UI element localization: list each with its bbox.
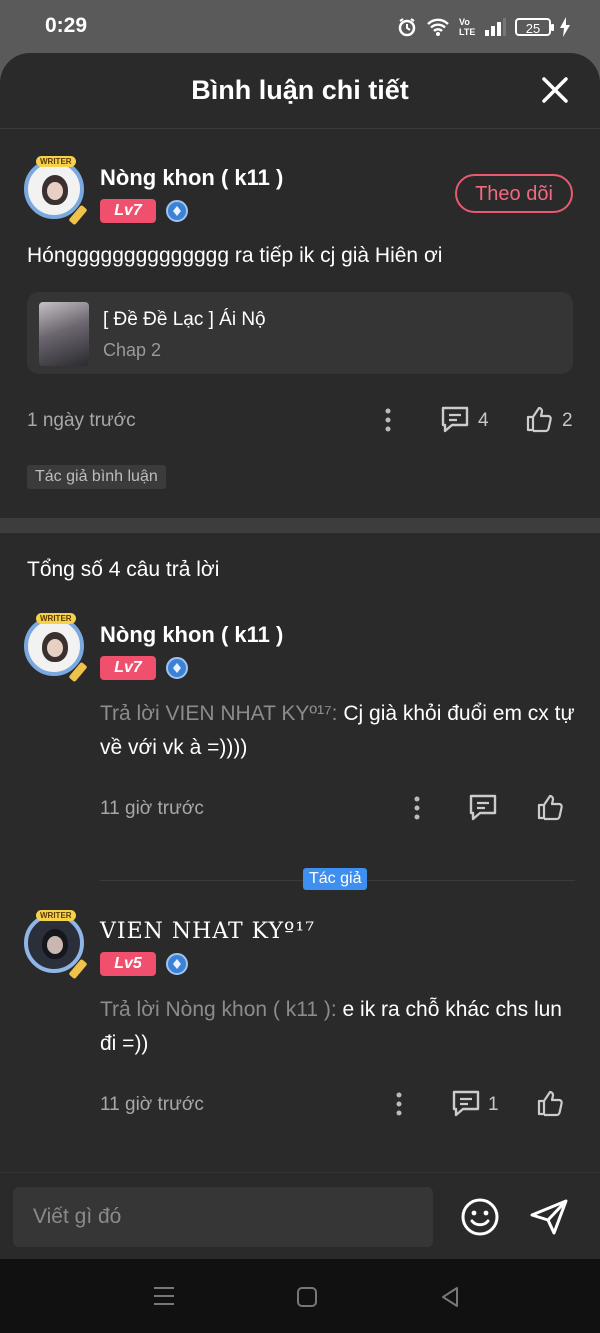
chapter-subtitle: Chap 2 <box>103 340 162 360</box>
reply-avatar[interactable] <box>24 913 84 973</box>
more-icon[interactable] <box>384 408 392 432</box>
level-badge: Lv7 <box>100 656 156 680</box>
more-icon[interactable] <box>395 1092 403 1116</box>
charging-icon <box>560 17 570 37</box>
signal-icon <box>485 18 506 36</box>
system-nav-bar <box>0 1259 600 1333</box>
comment-icon[interactable] <box>468 793 498 821</box>
reply-username[interactable]: Nòng khon ( k11 ) <box>100 622 283 648</box>
like-count: 2 <box>562 410 573 431</box>
reply-time: 11 giờ trước <box>100 798 204 819</box>
comment-icon[interactable] <box>451 1089 481 1117</box>
page-title: Bình luận chi tiết <box>191 75 409 105</box>
vip-gem-icon <box>166 200 188 222</box>
writer-tag: WRITER <box>36 910 76 921</box>
sheet-header: Bình luận chi tiết <box>0 53 600 129</box>
home-icon[interactable] <box>296 1286 318 1308</box>
battery-indicator: 25 <box>515 18 554 36</box>
author-comment-tag: Tác giả bình luận <box>27 465 166 489</box>
like-icon[interactable] <box>525 405 553 433</box>
more-icon[interactable] <box>413 796 421 820</box>
alarm-icon <box>398 18 416 37</box>
author-badge: Tác giả <box>303 868 368 890</box>
like-icon[interactable] <box>536 1089 564 1117</box>
writer-tag: WRITER <box>36 156 76 167</box>
comment-text: Hóngggggggggggggg ra tiếp ik cj già Hiên… <box>27 244 443 267</box>
comment-time: 1 ngày trước <box>27 410 136 431</box>
back-icon[interactable] <box>440 1286 460 1308</box>
send-icon[interactable] <box>529 1198 569 1236</box>
vip-gem-icon <box>166 953 188 975</box>
comment-count: 4 <box>478 410 489 431</box>
comment-input-bar: Viết gì đó <box>0 1172 600 1259</box>
reply-text: Trả lời Nòng khon ( k11 ): e ik ra chỗ k… <box>100 993 580 1061</box>
vip-gem-icon <box>166 657 188 679</box>
comment-username[interactable]: Nòng khon ( k11 ) <box>100 165 283 191</box>
comment-detail-sheet: Bình luận chi tiết WRITER Nòng khon ( k1… <box>0 53 600 1259</box>
emoji-icon[interactable] <box>460 1197 500 1237</box>
status-time: 0:29 <box>45 14 88 37</box>
writer-tag: WRITER <box>36 613 76 624</box>
reply-avatar[interactable] <box>24 616 84 676</box>
comment-input[interactable]: Viết gì đó <box>13 1187 433 1247</box>
close-icon[interactable] <box>542 77 568 103</box>
chapter-thumbnail <box>39 302 89 366</box>
menu-icon[interactable] <box>152 1286 176 1306</box>
like-icon[interactable] <box>536 793 564 821</box>
volte-label: Vo LTE <box>459 17 476 37</box>
reply-mention[interactable]: Trả lời VIEN NHAT KYº¹⁷: <box>100 702 338 725</box>
chapter-reference-card[interactable]: [ Đề Đề Lạc ] Ái Nộ Chap 2 <box>27 292 573 374</box>
follow-button[interactable]: Theo dõi <box>455 174 573 213</box>
status-bar: 0:29 Vo LTE 25 <box>0 0 600 52</box>
status-icons: Vo LTE 25 <box>397 14 570 40</box>
level-badge: Lv7 <box>100 199 156 223</box>
reply-mention[interactable]: Trả lời Nòng khon ( k11 ): <box>100 998 337 1021</box>
comment-count: 1 <box>488 1094 499 1115</box>
chapter-title: [ Đề Đề Lạc ] Ái Nộ <box>103 309 266 330</box>
reply-username[interactable]: VIEN NHAT KYº¹⁷ <box>100 919 315 944</box>
reply-text: Trả lời VIEN NHAT KYº¹⁷: Cj già khỏi đuổ… <box>100 697 580 765</box>
reply-time: 11 giờ trước <box>100 1094 204 1115</box>
comment-icon[interactable] <box>440 405 470 433</box>
section-divider <box>0 518 600 533</box>
avatar[interactable] <box>24 159 84 219</box>
replies-count-label: Tổng số 4 câu trả lời <box>27 558 220 581</box>
wifi-icon <box>427 18 449 36</box>
level-badge: Lv5 <box>100 952 156 976</box>
